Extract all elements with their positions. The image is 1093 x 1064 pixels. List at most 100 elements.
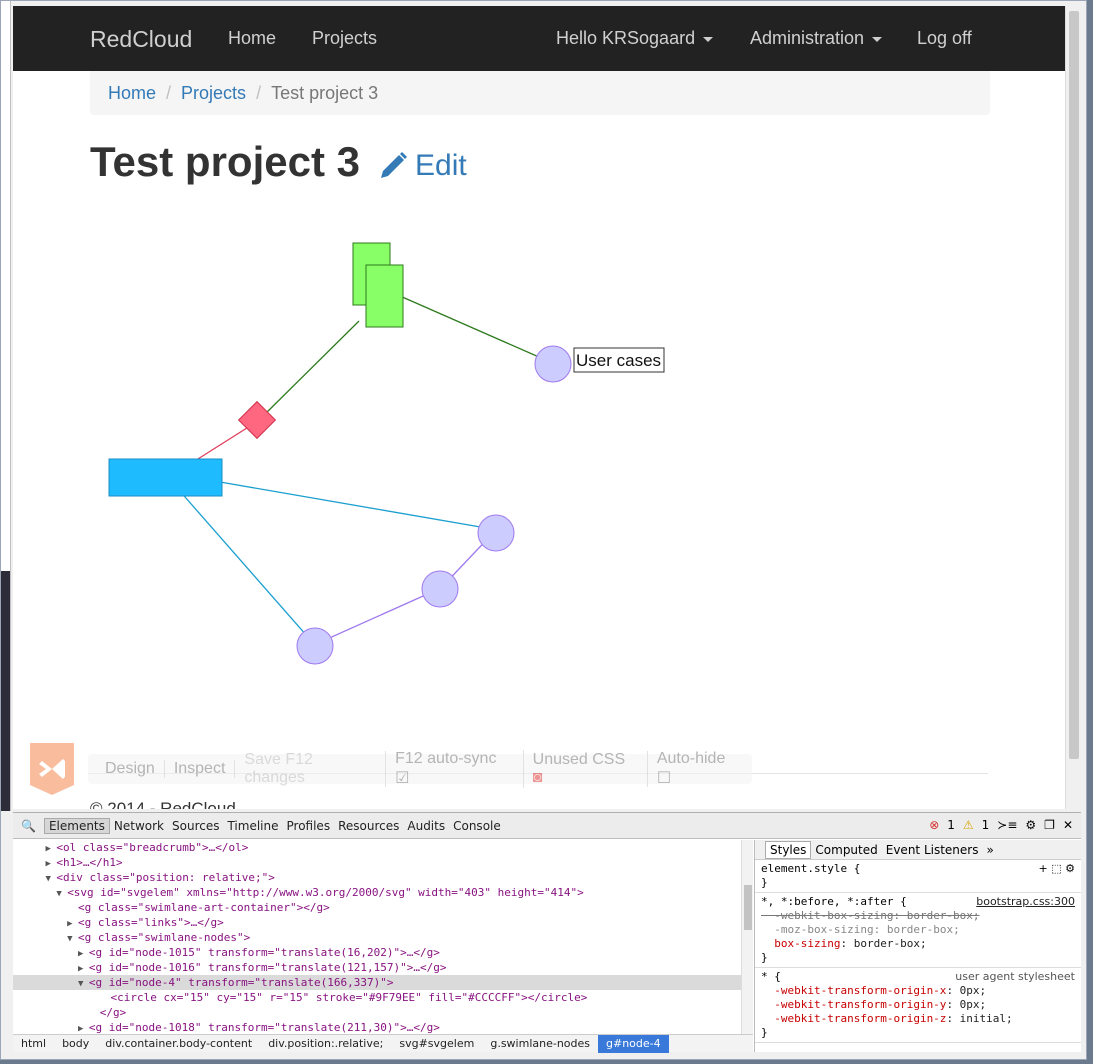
inspect-search-icon[interactable]: 🔍 (13, 819, 44, 833)
console-drawer-icon[interactable]: ≻≡ (997, 818, 1017, 832)
disclosure-triangle-icon[interactable]: ▶ (13, 1024, 89, 1034)
tab-console[interactable]: Console (449, 819, 505, 833)
css-property[interactable]: -webkit-transform-origin-x: 0px; (761, 984, 1075, 998)
page-scrollbar[interactable] (1065, 6, 1081, 809)
styles-tabs: Styles Computed Event Listeners » (755, 840, 1081, 860)
tab-sources[interactable]: Sources (168, 819, 223, 833)
design-button[interactable]: Design (96, 760, 165, 778)
style-actions-icon[interactable]: + ⬚ ⚙ (1039, 862, 1075, 876)
tab-elements[interactable]: Elements (43, 817, 110, 834)
disclosure-triangle-icon[interactable]: ▼ (13, 934, 78, 944)
admin-menu[interactable]: Administration (750, 28, 883, 49)
dom-node-line[interactable]: ▼ <g id="node-4" transform="translate(16… (13, 975, 753, 990)
breadcrumb-projects[interactable]: Projects (181, 83, 246, 103)
element-breadcrumbs: html body div.container.body-content div.po… (13, 1034, 753, 1053)
disclosure-triangle-icon[interactable]: ▼ (13, 889, 67, 899)
dom-node-line[interactable]: ▶ <g class="links">…</g> (13, 915, 753, 930)
dom-node-line[interactable]: ▶ <h1>…</h1> (13, 855, 753, 870)
styles-pane: Styles Computed Event Listeners » elemen… (754, 840, 1081, 1052)
user-menu[interactable]: Hello KRSogaard (556, 28, 714, 49)
circle-node[interactable] (421, 570, 459, 608)
element-crumb[interactable]: div.container.body-content (97, 1037, 260, 1050)
tab-computed[interactable]: Computed (811, 842, 881, 858)
dom-node-line[interactable]: ▼ <svg id="svgelem" xmlns="http://www.w3… (13, 885, 753, 900)
rect-node[interactable] (108, 458, 223, 497)
gear-icon[interactable]: ⚙ (1025, 818, 1036, 832)
tab-timeline[interactable]: Timeline (223, 819, 282, 833)
element-crumb[interactable]: svg#svgelem (391, 1037, 482, 1050)
element-crumb[interactable]: html (13, 1037, 54, 1050)
dom-node-line[interactable]: ▶ <g id="node-1015" transform="translate… (13, 945, 753, 960)
dom-node-line[interactable]: <circle cx="15" cy="15" r="15" stroke="#… (13, 990, 753, 1005)
element-style-rule[interactable]: element.style {+ ⬚ ⚙ } (755, 860, 1081, 893)
rule2-source: user agent stylesheet (955, 970, 1075, 983)
element-crumb[interactable]: body (54, 1037, 97, 1050)
dom-node-line[interactable]: ▼ <div class="position: relative;"> (13, 870, 753, 885)
disclosure-triangle-icon[interactable]: ▶ (13, 949, 89, 959)
disclosure-triangle-icon[interactable] (13, 994, 111, 1004)
css-property-name: -webkit-transform-origin-y (761, 998, 947, 1011)
nav-projects[interactable]: Projects (312, 28, 377, 49)
circle-node[interactable] (477, 514, 515, 552)
error-icon[interactable]: ⊗ (929, 818, 939, 832)
nav-home[interactable]: Home (228, 28, 276, 49)
dom-scrollbar-thumb[interactable] (744, 885, 752, 930)
element-crumb[interactable]: div.position:.relative; (260, 1037, 391, 1050)
warning-icon[interactable]: ⚠ (963, 818, 974, 832)
disclosure-triangle-icon[interactable]: ▼ (13, 874, 56, 884)
rule1-source-link[interactable]: bootstrap.css:300 (976, 895, 1075, 909)
circle-node-4[interactable] (296, 627, 334, 665)
css-property[interactable]: -moz-box-sizing: border-box; (761, 923, 1075, 937)
close-icon[interactable]: ✕ (1063, 818, 1073, 832)
dom-node-line[interactable]: ▶ <g id="node-1016" transform="translate… (13, 960, 753, 975)
breadcrumb-home[interactable]: Home (108, 83, 156, 103)
inspect-button[interactable]: Inspect (165, 760, 236, 778)
unused-css-toggle[interactable]: Unused CSS ◙ (524, 751, 648, 787)
tab-resources[interactable]: Resources (334, 819, 403, 833)
tab-event-listeners[interactable]: Event Listeners (882, 842, 983, 858)
rule-close: } (761, 951, 768, 964)
dom-node-line[interactable]: <g class="swimlane-art-container"></g> (13, 900, 753, 915)
dom-node-line[interactable]: </g> (13, 1005, 753, 1020)
css-property[interactable]: -webkit-box-sizing: border-box; (761, 909, 1075, 923)
disclosure-triangle-icon[interactable]: ▶ (13, 844, 56, 854)
green-node-front[interactable] (365, 264, 404, 328)
element-crumb[interactable]: g#node-4 (598, 1034, 669, 1053)
brand-link[interactable]: RedCloud (90, 26, 192, 53)
css-property[interactable]: -webkit-transform-origin-z: initial; (761, 1012, 1075, 1026)
tab-audits[interactable]: Audits (403, 819, 449, 833)
disclosure-triangle-icon[interactable] (13, 1009, 100, 1019)
dock-icon[interactable]: ❐ (1044, 818, 1055, 832)
dom-node-line[interactable]: ▶ <g id="node-1018" transform="translate… (13, 1020, 753, 1034)
edit-link[interactable]: Edit (377, 149, 467, 183)
css-property-name: box-sizing (761, 937, 841, 950)
diamond-node[interactable] (237, 400, 277, 440)
logoff-link[interactable]: Log off (917, 28, 972, 49)
visual-studio-logo-icon[interactable] (30, 743, 74, 795)
css-property[interactable]: -webkit-transform-origin-y: 0px; (761, 998, 1075, 1012)
page-scrollbar-thumb[interactable] (1069, 11, 1079, 759)
dom-node-line[interactable]: ▶ <ol class="breadcrumb">…</ol> (13, 840, 753, 855)
element-crumb[interactable]: g.swimlane-nodes (482, 1037, 598, 1050)
user-agent-rule[interactable]: * {user agent stylesheet -webkit-transfo… (755, 968, 1081, 1043)
dom-tree[interactable]: ▶ <ol class="breadcrumb">…</ol> ▶ <h1>…<… (13, 840, 753, 1034)
disclosure-triangle-icon[interactable]: ▶ (13, 859, 56, 869)
disclosure-triangle-icon[interactable]: ▶ (13, 964, 89, 974)
autosync-toggle[interactable]: F12 auto-sync ☑ (386, 750, 524, 788)
footer-text: © 2014 - RedCloud (90, 799, 236, 809)
disclosure-triangle-icon[interactable] (13, 904, 78, 914)
bootstrap-rule[interactable]: *, *:before, *:after {bootstrap.css:300 … (755, 893, 1081, 968)
tab-styles[interactable]: Styles (765, 840, 812, 859)
save-f12-button[interactable]: Save F12 changes (235, 751, 387, 787)
dom-scrollbar[interactable] (741, 840, 753, 1034)
circle-node-user-cases[interactable] (534, 345, 572, 383)
autohide-toggle[interactable]: Auto-hide ☐ (648, 750, 752, 788)
css-property[interactable]: box-sizing: border-box; (761, 937, 1075, 951)
tab-network[interactable]: Network (110, 819, 168, 833)
disclosure-triangle-icon[interactable]: ▼ (13, 979, 89, 989)
disclosure-triangle-icon[interactable]: ▶ (13, 919, 78, 929)
tab-profiles[interactable]: Profiles (283, 819, 335, 833)
dom-node-line[interactable]: ▼ <g class="swimlane-nodes"> (13, 930, 753, 945)
more-tabs-icon[interactable]: » (982, 842, 997, 858)
warning-count: 1 (981, 818, 990, 832)
